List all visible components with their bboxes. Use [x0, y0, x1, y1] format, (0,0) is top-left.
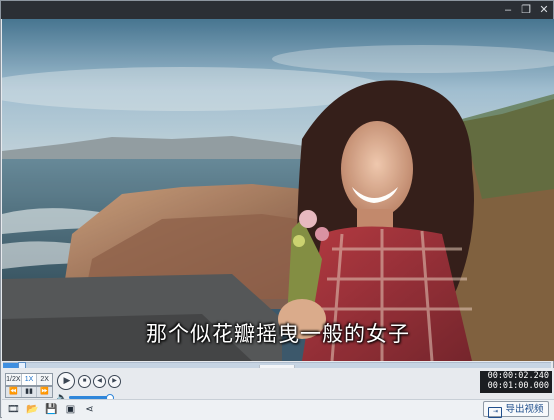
play-button[interactable]: ▶: [57, 372, 75, 390]
export-video-button[interactable]: ⇥ 导出视频: [483, 401, 549, 418]
title-bar: – ❐ ✕: [1, 1, 553, 19]
video-preview-window: – ❐ ✕ 那个似花瓣摇曳一般的女子 1/2X 1X 2X ⏪ ▮▮ ⏩ ▶ ■…: [0, 0, 554, 420]
film-icon[interactable]: 🎞: [7, 403, 20, 416]
step-back-button[interactable]: ⏪: [6, 387, 22, 397]
export-video-label: 导出视频: [505, 404, 544, 415]
stop-button[interactable]: ■: [78, 375, 91, 388]
minimize-button[interactable]: –: [501, 3, 515, 17]
frame-step-controls: ⏪ ▮▮ ⏩: [5, 386, 53, 398]
step-pause-button[interactable]: ▮▮: [22, 387, 38, 397]
open-folder-icon[interactable]: 📂: [26, 403, 39, 416]
time-display: 00:00:02.240 00:01:00.000: [480, 371, 552, 393]
close-button[interactable]: ✕: [537, 3, 551, 17]
current-time: 00:00:02.240: [487, 371, 549, 381]
video-frame[interactable]: 那个似花瓣摇曳一般的女子: [2, 19, 554, 361]
export-icon: ⇥: [488, 407, 503, 418]
subtitle-text: 那个似花瓣摇曳一般的女子: [146, 322, 410, 346]
speed-half-button[interactable]: 1/2X: [6, 374, 22, 385]
share-icon[interactable]: ⋖: [83, 403, 96, 416]
save-icon[interactable]: 💾: [45, 403, 58, 416]
next-button[interactable]: ▶: [108, 375, 121, 388]
video-image: [2, 19, 554, 361]
total-time: 00:01:00.000: [487, 381, 549, 391]
step-forward-button[interactable]: ⏩: [37, 387, 52, 397]
speed-normal-button[interactable]: 1X: [21, 374, 38, 385]
snapshot-icon[interactable]: ▣: [64, 403, 77, 416]
restore-button[interactable]: ❐: [519, 3, 533, 17]
speed-double-button[interactable]: 2X: [37, 374, 52, 385]
bottom-toolbar: 🎞 📂 💾 ▣ ⋖ ⇥ 导出视频: [2, 399, 554, 420]
previous-button[interactable]: ◀: [93, 375, 106, 388]
speed-selector: 1/2X 1X 2X: [5, 373, 53, 386]
